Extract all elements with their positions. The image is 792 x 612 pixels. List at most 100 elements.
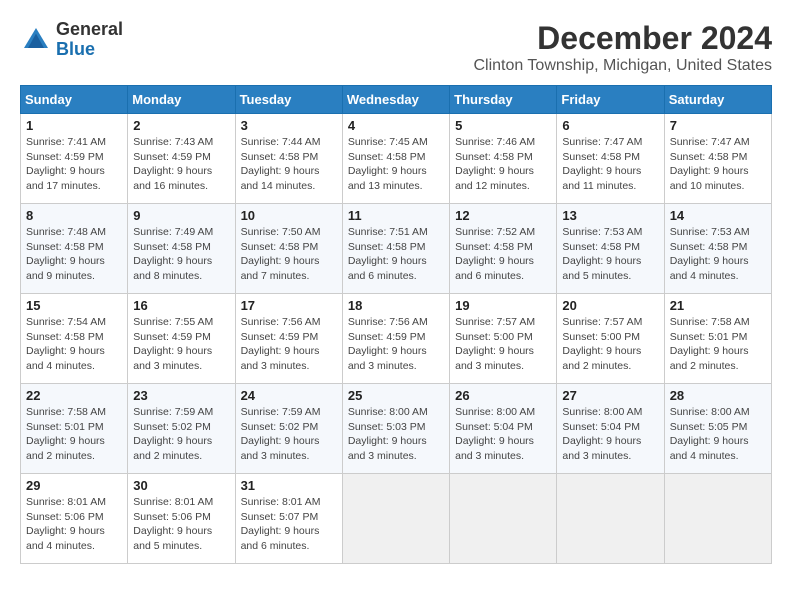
calendar-week-row: 1 Sunrise: 7:41 AM Sunset: 4:59 PM Dayli… [21,114,772,204]
location: Clinton Township, Michigan, United State… [473,57,772,75]
day-info: Sunrise: 7:59 AM Sunset: 5:02 PM Dayligh… [241,405,337,464]
calendar-cell: 4 Sunrise: 7:45 AM Sunset: 4:58 PM Dayli… [342,114,449,204]
col-wednesday: Wednesday [342,86,449,114]
day-info: Sunrise: 7:59 AM Sunset: 5:02 PM Dayligh… [133,405,229,464]
day-info: Sunrise: 7:47 AM Sunset: 4:58 PM Dayligh… [562,135,658,194]
day-info: Sunrise: 7:53 AM Sunset: 4:58 PM Dayligh… [562,225,658,284]
calendar-cell: 26 Sunrise: 8:00 AM Sunset: 5:04 PM Dayl… [450,384,557,474]
calendar-cell: 24 Sunrise: 7:59 AM Sunset: 5:02 PM Dayl… [235,384,342,474]
col-tuesday: Tuesday [235,86,342,114]
col-sunday: Sunday [21,86,128,114]
day-number: 30 [133,478,229,493]
day-number: 25 [348,388,444,403]
calendar-cell: 29 Sunrise: 8:01 AM Sunset: 5:06 PM Dayl… [21,474,128,564]
day-number: 28 [670,388,766,403]
calendar-cell: 16 Sunrise: 7:55 AM Sunset: 4:59 PM Dayl… [128,294,235,384]
day-info: Sunrise: 8:00 AM Sunset: 5:04 PM Dayligh… [455,405,551,464]
day-number: 14 [670,208,766,223]
day-number: 6 [562,118,658,133]
calendar-cell: 13 Sunrise: 7:53 AM Sunset: 4:58 PM Dayl… [557,204,664,294]
day-number: 5 [455,118,551,133]
day-info: Sunrise: 8:01 AM Sunset: 5:06 PM Dayligh… [133,495,229,554]
day-number: 9 [133,208,229,223]
day-number: 12 [455,208,551,223]
day-number: 15 [26,298,122,313]
day-info: Sunrise: 8:00 AM Sunset: 5:03 PM Dayligh… [348,405,444,464]
day-number: 3 [241,118,337,133]
calendar-cell: 20 Sunrise: 7:57 AM Sunset: 5:00 PM Dayl… [557,294,664,384]
day-info: Sunrise: 7:55 AM Sunset: 4:59 PM Dayligh… [133,315,229,374]
logo-icon [20,24,52,56]
calendar-cell [342,474,449,564]
day-info: Sunrise: 8:00 AM Sunset: 5:04 PM Dayligh… [562,405,658,464]
day-number: 26 [455,388,551,403]
day-number: 19 [455,298,551,313]
day-number: 2 [133,118,229,133]
day-number: 20 [562,298,658,313]
calendar-cell: 14 Sunrise: 7:53 AM Sunset: 4:58 PM Dayl… [664,204,771,294]
calendar-cell: 2 Sunrise: 7:43 AM Sunset: 4:59 PM Dayli… [128,114,235,204]
calendar-week-row: 29 Sunrise: 8:01 AM Sunset: 5:06 PM Dayl… [21,474,772,564]
calendar-cell: 10 Sunrise: 7:50 AM Sunset: 4:58 PM Dayl… [235,204,342,294]
day-info: Sunrise: 7:49 AM Sunset: 4:58 PM Dayligh… [133,225,229,284]
calendar-cell: 12 Sunrise: 7:52 AM Sunset: 4:58 PM Dayl… [450,204,557,294]
calendar-table: Sunday Monday Tuesday Wednesday Thursday… [20,85,772,564]
day-number: 22 [26,388,122,403]
logo: General Blue [20,20,123,60]
calendar-cell: 15 Sunrise: 7:54 AM Sunset: 4:58 PM Dayl… [21,294,128,384]
day-number: 10 [241,208,337,223]
day-info: Sunrise: 7:43 AM Sunset: 4:59 PM Dayligh… [133,135,229,194]
day-info: Sunrise: 7:57 AM Sunset: 5:00 PM Dayligh… [562,315,658,374]
calendar-cell: 30 Sunrise: 8:01 AM Sunset: 5:06 PM Dayl… [128,474,235,564]
calendar-cell: 8 Sunrise: 7:48 AM Sunset: 4:58 PM Dayli… [21,204,128,294]
col-friday: Friday [557,86,664,114]
calendar-cell [664,474,771,564]
day-info: Sunrise: 8:00 AM Sunset: 5:05 PM Dayligh… [670,405,766,464]
calendar-cell: 25 Sunrise: 8:00 AM Sunset: 5:03 PM Dayl… [342,384,449,474]
calendar-cell [557,474,664,564]
calendar-week-row: 8 Sunrise: 7:48 AM Sunset: 4:58 PM Dayli… [21,204,772,294]
calendar-cell: 5 Sunrise: 7:46 AM Sunset: 4:58 PM Dayli… [450,114,557,204]
calendar-cell: 3 Sunrise: 7:44 AM Sunset: 4:58 PM Dayli… [235,114,342,204]
calendar-cell: 17 Sunrise: 7:56 AM Sunset: 4:59 PM Dayl… [235,294,342,384]
day-info: Sunrise: 7:41 AM Sunset: 4:59 PM Dayligh… [26,135,122,194]
day-info: Sunrise: 7:56 AM Sunset: 4:59 PM Dayligh… [241,315,337,374]
day-info: Sunrise: 7:58 AM Sunset: 5:01 PM Dayligh… [670,315,766,374]
day-number: 18 [348,298,444,313]
day-number: 27 [562,388,658,403]
calendar-header-row: Sunday Monday Tuesday Wednesday Thursday… [21,86,772,114]
day-info: Sunrise: 7:46 AM Sunset: 4:58 PM Dayligh… [455,135,551,194]
day-number: 8 [26,208,122,223]
day-number: 31 [241,478,337,493]
calendar-cell: 23 Sunrise: 7:59 AM Sunset: 5:02 PM Dayl… [128,384,235,474]
calendar-cell: 22 Sunrise: 7:58 AM Sunset: 5:01 PM Dayl… [21,384,128,474]
day-info: Sunrise: 7:52 AM Sunset: 4:58 PM Dayligh… [455,225,551,284]
day-info: Sunrise: 7:50 AM Sunset: 4:58 PM Dayligh… [241,225,337,284]
day-info: Sunrise: 7:51 AM Sunset: 4:58 PM Dayligh… [348,225,444,284]
logo-text: General Blue [56,20,123,60]
day-info: Sunrise: 8:01 AM Sunset: 5:06 PM Dayligh… [26,495,122,554]
calendar-cell: 9 Sunrise: 7:49 AM Sunset: 4:58 PM Dayli… [128,204,235,294]
day-info: Sunrise: 7:48 AM Sunset: 4:58 PM Dayligh… [26,225,122,284]
day-number: 16 [133,298,229,313]
day-number: 11 [348,208,444,223]
calendar-week-row: 22 Sunrise: 7:58 AM Sunset: 5:01 PM Dayl… [21,384,772,474]
day-info: Sunrise: 7:53 AM Sunset: 4:58 PM Dayligh… [670,225,766,284]
col-monday: Monday [128,86,235,114]
day-number: 29 [26,478,122,493]
calendar-cell: 1 Sunrise: 7:41 AM Sunset: 4:59 PM Dayli… [21,114,128,204]
day-info: Sunrise: 7:54 AM Sunset: 4:58 PM Dayligh… [26,315,122,374]
day-number: 24 [241,388,337,403]
calendar-cell: 18 Sunrise: 7:56 AM Sunset: 4:59 PM Dayl… [342,294,449,384]
page-header: General Blue December 2024 Clinton Towns… [20,20,772,75]
calendar-cell: 28 Sunrise: 8:00 AM Sunset: 5:05 PM Dayl… [664,384,771,474]
day-number: 1 [26,118,122,133]
day-number: 17 [241,298,337,313]
day-info: Sunrise: 7:56 AM Sunset: 4:59 PM Dayligh… [348,315,444,374]
day-number: 7 [670,118,766,133]
col-thursday: Thursday [450,86,557,114]
day-number: 21 [670,298,766,313]
calendar-cell [450,474,557,564]
calendar-cell: 6 Sunrise: 7:47 AM Sunset: 4:58 PM Dayli… [557,114,664,204]
calendar-cell: 27 Sunrise: 8:00 AM Sunset: 5:04 PM Dayl… [557,384,664,474]
